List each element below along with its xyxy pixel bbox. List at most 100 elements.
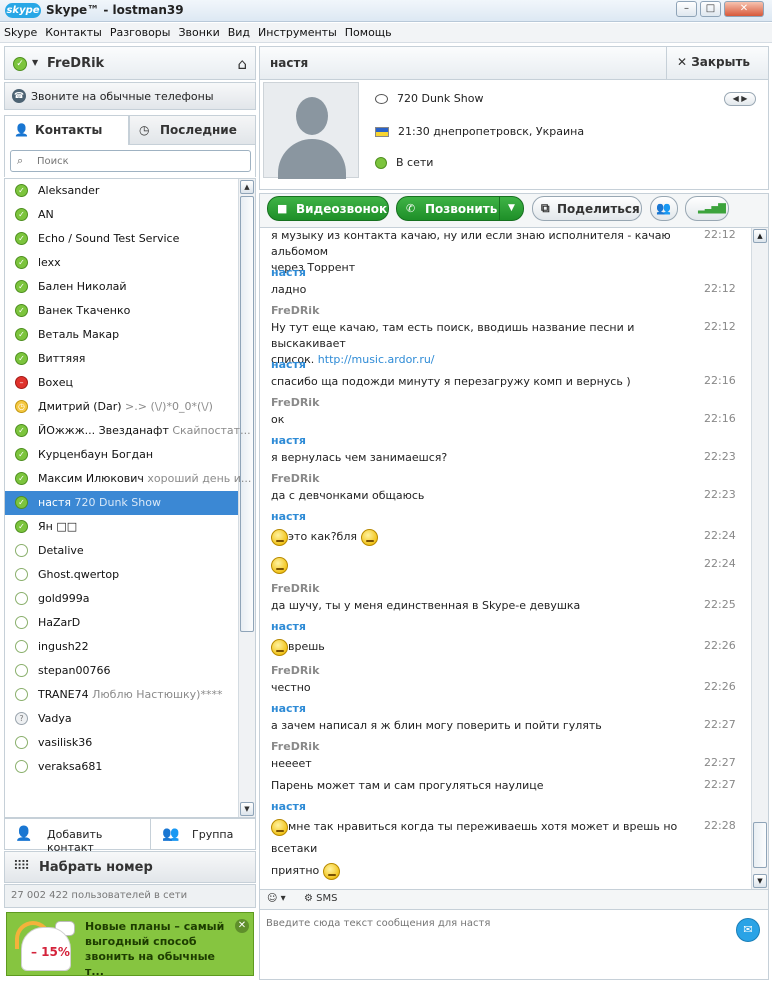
menu-tools[interactable]: Инструменты <box>254 23 341 39</box>
tab-recent-label: Последние <box>160 123 237 137</box>
contact-item[interactable]: ✓ lexx <box>5 251 238 275</box>
scroll-down-arrow[interactable]: ▼ <box>240 802 254 816</box>
chevron-down-icon[interactable]: ▼ <box>32 58 38 67</box>
contact-item[interactable]: ✓ Aleksander <box>5 179 238 203</box>
maximize-button[interactable]: □ <box>700 1 721 17</box>
scroll-down-arrow[interactable]: ▼ <box>753 874 767 888</box>
send-icon[interactable]: ✉ <box>736 918 760 942</box>
contact-profile: 720 Dunk Show 21:30 днепропетровск, Укра… <box>259 80 769 190</box>
message-text: это как?бля <box>271 526 751 548</box>
online-status-icon: ✓ <box>15 448 28 461</box>
profile-status: В сети <box>396 156 434 169</box>
contact-item[interactable]: gold999a <box>5 587 238 611</box>
scroll-thumb[interactable] <box>753 822 767 868</box>
message-text: Парень может там и сам прогуляться наули… <box>271 779 544 792</box>
close-icon[interactable]: ✕ <box>235 919 249 933</box>
sms-button[interactable]: ⚙ SMS <box>304 893 337 904</box>
emoticon-icon[interactable]: ☺ ▾ <box>267 893 286 904</box>
contact-item[interactable]: ◷ Дмитрий (Dar) >.> (\/)*0_0*(\/) <box>5 395 238 419</box>
group-button[interactable]: 👥 Группа <box>152 819 256 849</box>
contact-tabs: 👤 Контакты ◷ Последние <box>4 115 256 145</box>
call-button[interactable]: ✆ Позвонить ▼ <box>396 196 524 221</box>
discount-label: – 15% <box>31 945 70 959</box>
search-input[interactable] <box>37 154 237 168</box>
message-text: врешь <box>271 636 751 658</box>
contact-item[interactable]: ✓ Курценбаун Богдан <box>5 443 238 467</box>
message-time: 22:12 <box>704 282 736 295</box>
message-link[interactable]: http://music.ardor.ru/ <box>314 353 435 366</box>
contact-item[interactable]: ✓ ЙОжжж... Звезданафт Скайпостат... <box>5 419 251 443</box>
call-quality-button[interactable]: ▂▃▅▇ <box>685 196 729 221</box>
message-text: я музыку из контакта качаю, ну или если … <box>271 229 671 274</box>
promo-text[interactable]: Новые планы – самый выгодный способ звон… <box>85 919 235 979</box>
contact-item[interactable]: HaZarD <box>5 611 238 635</box>
menu-skype[interactable]: Skype <box>0 23 41 39</box>
tab-recent[interactable]: ◷ Последние <box>129 115 256 145</box>
contact-item[interactable]: ✓ Максим Илюкович хороший день и... <box>5 467 251 491</box>
contact-item[interactable]: Detalive <box>5 539 238 563</box>
close-conversation-button[interactable]: ✕ Закрыть <box>666 47 768 79</box>
close-window-button[interactable]: ✕ <box>724 1 764 17</box>
message-sender: FreDRik <box>271 396 320 409</box>
message-text: а зачем написал я ж блин могу поверить и… <box>271 719 602 732</box>
message-text: ладно <box>271 283 307 296</box>
contact-item[interactable]: ✓ Ванек Ткаченко <box>5 299 238 323</box>
contact-item[interactable]: TRANE74 Люблю Настюшку)**** <box>5 683 238 707</box>
conversation-title: настя <box>270 56 309 70</box>
dial-button[interactable]: ⠿⠿ Набрать номер <box>4 851 256 883</box>
add-contact-button[interactable]: 👤 Добавить контакт <box>5 819 151 854</box>
minimize-button[interactable]: – <box>676 1 697 17</box>
contact-item[interactable]: ✓ AN <box>5 203 238 227</box>
user-count: 27 002 422 пользователей в сети <box>4 884 256 908</box>
call-phones-button[interactable]: ☎ Звоните на обычные телефоны <box>4 82 256 110</box>
promo-banner[interactable]: – 15% Новые планы – самый выгодный спосо… <box>6 912 254 979</box>
offline-status-icon <box>15 592 28 605</box>
online-status-icon[interactable]: ✓ <box>13 57 27 71</box>
chat-scrollbar[interactable]: ▲ ▼ <box>751 228 768 889</box>
menu-conversations[interactable]: Разговоры <box>106 23 175 39</box>
contact-item[interactable]: – Вохец <box>5 371 238 395</box>
message-time: 22:27 <box>704 718 736 731</box>
home-icon[interactable]: ⌂ <box>237 55 247 73</box>
menu-contacts[interactable]: Контакты <box>41 23 106 39</box>
message-sender: FreDRik <box>271 582 320 595</box>
contact-item[interactable]: ✓ Веталь Макар <box>5 323 238 347</box>
message-text: Ну тут еще качаю, там есть поиск, вводиш… <box>271 321 635 366</box>
phone-icon: ✆ <box>406 202 416 215</box>
user-name[interactable]: FreDRik <box>47 56 104 71</box>
online-status-icon: ✓ <box>15 280 28 293</box>
online-status-icon: ✓ <box>15 328 28 341</box>
scroll-up-arrow[interactable]: ▲ <box>240 180 254 194</box>
tab-contacts[interactable]: 👤 Контакты <box>4 115 129 145</box>
scroll-thumb[interactable] <box>240 196 254 632</box>
contact-item[interactable]: ✓ Ян □□ <box>5 515 238 539</box>
message-input[interactable] <box>266 916 726 930</box>
video-call-button[interactable]: ■ Видеозвонок <box>267 196 389 221</box>
contact-item[interactable]: ✓ настя 720 Dunk Show <box>5 491 238 515</box>
message-input-area[interactable]: ✉ <box>259 910 769 980</box>
menu-view[interactable]: Вид <box>224 23 254 39</box>
contact-name: настя 720 Dunk Show <box>38 496 161 509</box>
contact-item[interactable]: ✓ Бален Николай <box>5 275 238 299</box>
contact-item[interactable]: veraksa681 <box>5 755 238 779</box>
chevron-down-icon[interactable]: ▼ <box>499 197 523 220</box>
contact-item[interactable]: ? Vadya <box>5 707 238 731</box>
menu-help[interactable]: Помощь <box>341 23 396 39</box>
profile-nav-arrows[interactable]: ◀ ▶ <box>724 92 756 106</box>
contact-item[interactable]: ✓ Виттяяя <box>5 347 238 371</box>
contact-item[interactable]: vasilisk36 <box>5 731 238 755</box>
contact-item[interactable]: stepan00766 <box>5 659 238 683</box>
search-box[interactable]: ⌕ <box>10 150 251 172</box>
contact-item[interactable]: ingush22 <box>5 635 238 659</box>
contact-item[interactable]: ✓ Echo / Sound Test Service <box>5 227 238 251</box>
add-people-button[interactable]: 👥 <box>650 196 678 221</box>
contact-list-scrollbar[interactable]: ▲ ▼ <box>238 179 255 817</box>
message-text: да шучу, ты у меня единственная в Skype-… <box>271 599 581 612</box>
user-bar[interactable]: ✓ ▼ FreDRik ⌂ <box>4 46 256 80</box>
person-icon: 👤 <box>14 123 29 137</box>
menu-calls[interactable]: Звонки <box>174 23 223 39</box>
contact-item[interactable]: Ghost.qwertop <box>5 563 238 587</box>
share-button[interactable]: ⧉ Поделиться <box>532 196 642 221</box>
message-sender: FreDRik <box>271 664 320 677</box>
scroll-up-arrow[interactable]: ▲ <box>753 229 767 243</box>
